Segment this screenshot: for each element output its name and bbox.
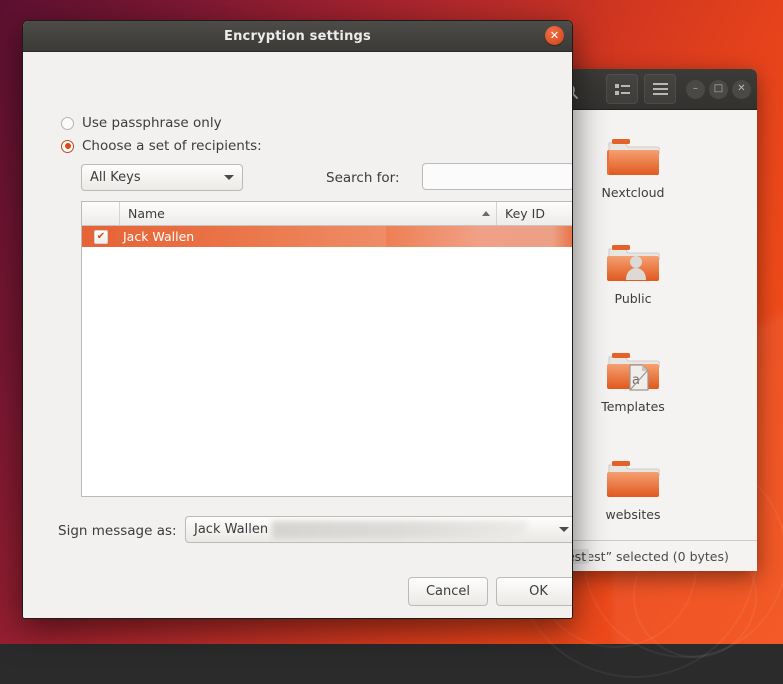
column-header-name-label: Name	[128, 206, 165, 221]
row-name: Jack Wallen	[120, 229, 194, 244]
radio-label: Choose a set of recipients:	[82, 138, 262, 154]
key-filter-value: All Keys	[90, 170, 141, 185]
key-list[interactable]: Name Key ID ✔ Jack Wallen	[81, 201, 573, 497]
search-input[interactable]	[423, 164, 573, 189]
file-manager-window[interactable]: – □ ✕ Nextcloud	[547, 69, 757, 571]
sign-message-as-label: Sign message as:	[58, 523, 177, 539]
chevron-down-icon	[559, 527, 569, 532]
column-header-key-id-label: Key ID	[505, 206, 545, 221]
radio-choose-recipients[interactable]: Choose a set of recipients:	[61, 138, 262, 154]
redacted-region	[272, 521, 527, 539]
file-manager-toolbar: – □ ✕	[547, 69, 757, 110]
file-label: Public	[585, 291, 681, 306]
cancel-button[interactable]: Cancel	[408, 577, 488, 606]
folder-icon	[585, 124, 681, 180]
dialog-body: Use passphrase only Choose a set of reci…	[23, 52, 572, 618]
file-label: Nextcloud	[585, 185, 681, 200]
chevron-down-icon	[224, 175, 234, 180]
file-label: websites	[585, 507, 681, 522]
file-manager-icon-view[interactable]: Nextcloud Public	[547, 110, 757, 552]
folder-icon	[585, 446, 681, 502]
maximize-icon[interactable]: □	[709, 80, 728, 99]
folder-public-icon	[585, 230, 681, 286]
table-row[interactable]: ✔ Jack Wallen	[82, 226, 573, 247]
check-glyph: ✔	[97, 232, 105, 242]
key-list-header: Name Key ID	[82, 202, 573, 226]
status-bar-text: “test” selected (0 bytes)	[575, 549, 729, 564]
dialog-footer: Cancel OK	[23, 566, 572, 618]
list-item[interactable]: Public	[585, 230, 681, 306]
encryption-settings-dialog[interactable]: Encryption settings ✕ Use passphrase onl…	[22, 20, 573, 619]
folder-templates-icon: a	[585, 338, 681, 394]
sign-message-as-dropdown[interactable]: Jack Wallen	[185, 516, 573, 543]
list-item[interactable]: a Templates	[585, 338, 681, 414]
radio-icon	[61, 117, 74, 130]
close-icon[interactable]: ✕	[545, 26, 564, 45]
checkbox-icon-checked: ✔	[94, 230, 108, 244]
column-header-key-id[interactable]: Key ID	[497, 202, 573, 225]
row-checkbox[interactable]: ✔	[82, 230, 120, 244]
hamburger-menu-icon[interactable]	[644, 74, 676, 104]
search-field[interactable]	[422, 163, 573, 190]
list-item[interactable]: websites	[585, 446, 681, 522]
sort-ascending-icon	[482, 211, 490, 216]
sign-message-as-value: Jack Wallen	[194, 522, 268, 537]
dialog-title: Encryption settings	[224, 29, 371, 44]
search-label: Search for:	[326, 170, 400, 186]
ok-button[interactable]: OK	[496, 577, 573, 606]
dialog-titlebar: Encryption settings ✕	[23, 21, 572, 52]
file-label: Templates	[585, 399, 681, 414]
status-bar: test “test” selected (0 bytes)	[547, 540, 757, 571]
key-filter-dropdown[interactable]: All Keys	[81, 164, 243, 191]
list-view-icon[interactable]	[606, 74, 638, 104]
window-controls: – □ ✕	[686, 80, 751, 99]
radio-use-passphrase-only[interactable]: Use passphrase only	[61, 115, 222, 131]
column-header-name[interactable]: Name	[120, 202, 497, 225]
radio-icon-selected	[61, 140, 74, 153]
minimize-icon[interactable]: –	[686, 80, 705, 99]
radio-label: Use passphrase only	[82, 115, 222, 131]
close-icon[interactable]: ✕	[732, 80, 751, 99]
list-item[interactable]: Nextcloud	[585, 124, 681, 200]
column-header-checkbox[interactable]	[82, 202, 120, 225]
